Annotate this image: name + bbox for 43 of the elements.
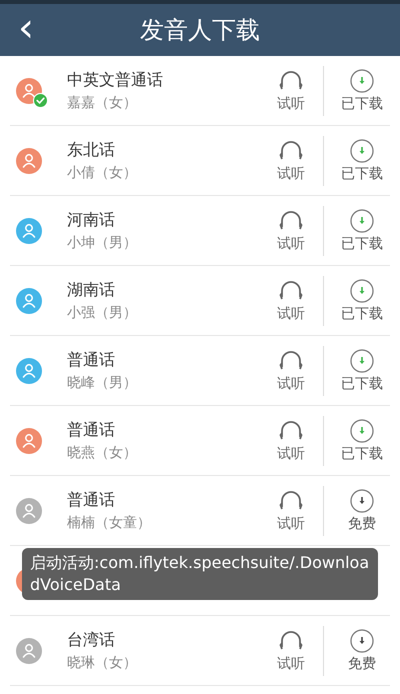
dialect-name: 湖南话 (67, 280, 116, 300)
preview-button[interactable]: 试听 (269, 418, 313, 462)
voice-name: 嘉嘉（女） (67, 94, 138, 112)
preview-button[interactable]: 试听 (269, 138, 313, 182)
toast-message: 启动活动:com.iflytek.speechsuite/.DownloadVoiceData (22, 548, 378, 600)
download-button[interactable]: 免费 (334, 488, 390, 532)
headphones-icon (278, 418, 304, 442)
voice-name: 晓琳（女） (67, 654, 138, 672)
headphones-icon (278, 488, 304, 512)
preview-button[interactable]: 试听 (269, 278, 313, 322)
back-button[interactable]: ‹ (18, 6, 34, 50)
voice-name: 晓燕（女） (67, 444, 138, 462)
dialect-name: 普通话 (67, 420, 116, 440)
preview-button[interactable]: 试听 (269, 628, 313, 672)
dialect-name: 台湾话 (67, 630, 116, 650)
headphones-icon (278, 278, 304, 302)
dialect-name: 普通话 (67, 350, 116, 370)
download-button[interactable]: 已下载 (334, 138, 390, 182)
voice-name: 楠楠（女童） (67, 514, 152, 532)
download-button[interactable]: 已下载 (334, 68, 390, 112)
dialect-name: 中英文普通话 (67, 70, 164, 90)
headphones-icon (278, 138, 304, 162)
headphones-icon (278, 348, 304, 372)
dialect-name: 东北话 (67, 140, 116, 160)
download-button[interactable]: 免费 (334, 628, 390, 672)
headphones-icon (278, 628, 304, 652)
voice-name: 晓峰（男） (67, 374, 138, 392)
voice-name: 小倩（女） (67, 164, 138, 182)
dialect-name: 普通话 (67, 490, 116, 510)
download-button[interactable]: 已下载 (334, 278, 390, 322)
headphones-icon (278, 208, 304, 232)
download-button[interactable]: 已下载 (334, 208, 390, 252)
download-button[interactable]: 已下载 (334, 348, 390, 392)
voice-name: 小坤（男） (67, 234, 138, 252)
download-button[interactable]: 已下载 (334, 418, 390, 462)
headphones-icon (278, 68, 304, 92)
preview-button[interactable]: 试听 (269, 348, 313, 392)
preview-button[interactable]: 试听 (269, 208, 313, 252)
page-title: 发音人下载 (140, 15, 260, 46)
voice-name: 小强（男） (67, 304, 138, 322)
preview-button[interactable]: 试听 (269, 68, 313, 112)
preview-button[interactable]: 试听 (269, 488, 313, 532)
dialect-name: 河南话 (67, 210, 116, 230)
